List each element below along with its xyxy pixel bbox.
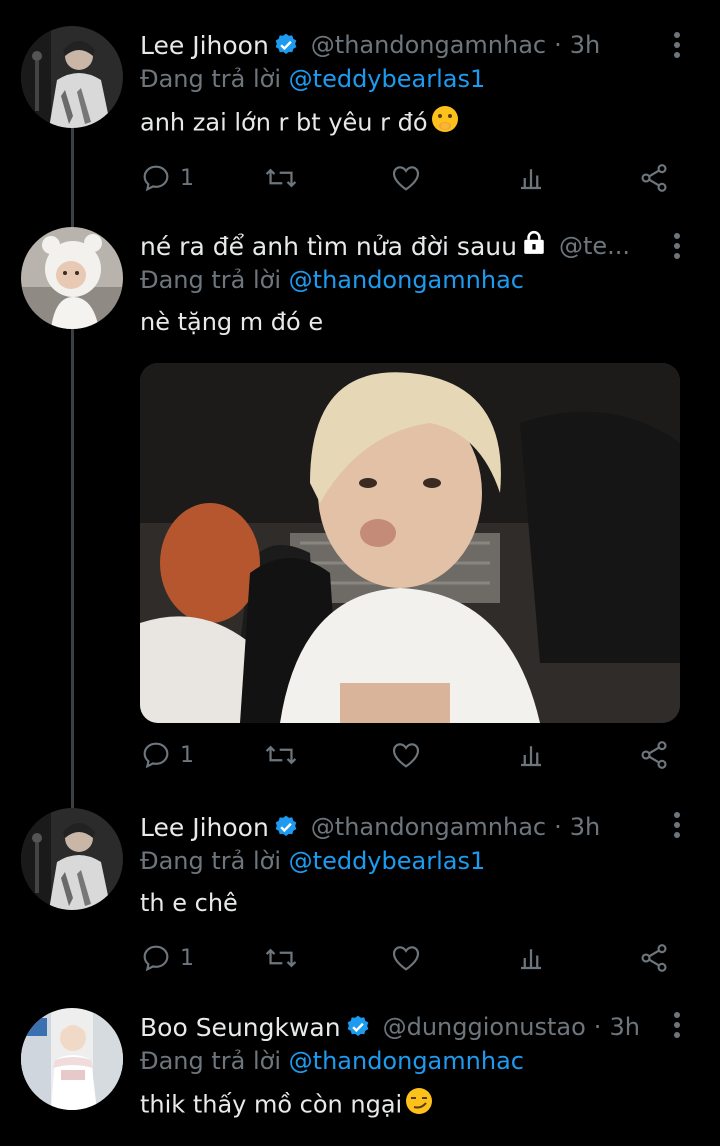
analytics-button[interactable] bbox=[516, 158, 546, 198]
analytics-icon bbox=[521, 746, 541, 767]
share-icon bbox=[641, 741, 667, 769]
timestamp[interactable]: 3h bbox=[570, 31, 600, 59]
share-button[interactable] bbox=[638, 158, 670, 198]
tweet-actions: 1 bbox=[140, 158, 680, 198]
tweet-text: thik thấy mồ còn ngại bbox=[140, 1086, 700, 1125]
handle[interactable]: @dunggionustao bbox=[383, 1013, 586, 1041]
like-icon bbox=[392, 743, 420, 768]
tweet-text-content: anh zai lớn r bt yêu r đó bbox=[140, 108, 428, 137]
tweet-body: Boo Seungkwan @dunggionustao · 3h Đang t… bbox=[140, 1010, 700, 1125]
display-name[interactable]: Boo Seungkwan bbox=[140, 1013, 341, 1042]
retweet-button[interactable] bbox=[264, 158, 298, 198]
separator-dot: · bbox=[554, 813, 562, 841]
tweet-text-content: thik thấy mồ còn ngại bbox=[140, 1090, 403, 1119]
timestamp[interactable]: 3h bbox=[609, 1013, 639, 1041]
tweet-3[interactable]: Lee Jihoon @thandongamnhac · 3h Đang trả… bbox=[0, 800, 720, 1000]
replying-to: Đang trả lời @thandongamnhac bbox=[140, 263, 700, 297]
reply-icon bbox=[143, 742, 169, 769]
tweet-text-content: th e chê bbox=[140, 889, 238, 917]
tweet-actions: 1 bbox=[140, 735, 680, 775]
tweet-body: Lee Jihoon @thandongamnhac · 3h Đang trả… bbox=[140, 810, 700, 920]
retweet-icon bbox=[265, 168, 297, 188]
display-name[interactable]: né ra để anh tìm nửa đời sauu bbox=[140, 232, 517, 261]
replying-to-label: Đang trả lời bbox=[140, 1047, 282, 1075]
reply-count: 1 bbox=[180, 165, 194, 191]
retweet-button[interactable] bbox=[264, 735, 298, 775]
like-button[interactable] bbox=[390, 158, 422, 198]
share-button[interactable] bbox=[638, 735, 670, 775]
timestamp[interactable]: 3h bbox=[570, 813, 600, 841]
analytics-icon bbox=[521, 949, 541, 970]
more-options-icon[interactable] bbox=[670, 812, 684, 840]
like-icon bbox=[392, 946, 420, 971]
share-icon bbox=[641, 944, 667, 972]
tweet-body: né ra để anh tìm nửa đời sauu @te... Đan… bbox=[140, 229, 700, 339]
shushing-face-emoji bbox=[430, 104, 460, 143]
replying-to: Đang trả lời @teddybearlas1 bbox=[140, 844, 700, 878]
reply-count: 1 bbox=[180, 945, 194, 971]
reply-mention[interactable]: @teddybearlas1 bbox=[289, 847, 486, 875]
tweet-header: Boo Seungkwan @dunggionustao · 3h bbox=[140, 1010, 700, 1044]
like-button[interactable] bbox=[390, 735, 422, 775]
tweet-text: anh zai lớn r bt yêu r đó bbox=[140, 104, 700, 143]
lock-icon bbox=[521, 230, 547, 262]
smirking-face-emoji bbox=[404, 1086, 434, 1125]
like-button[interactable] bbox=[390, 938, 422, 978]
tweet-actions: 1 bbox=[140, 938, 680, 978]
reply-icon bbox=[143, 945, 169, 972]
verified-icon bbox=[273, 814, 299, 840]
reply-mention[interactable]: @teddybearlas1 bbox=[289, 65, 486, 93]
share-icon bbox=[641, 164, 667, 192]
verified-icon bbox=[345, 1014, 371, 1040]
retweet-button[interactable] bbox=[264, 938, 298, 978]
reply-count: 1 bbox=[180, 742, 194, 768]
reply-mention[interactable]: @thandongamnhac bbox=[289, 266, 524, 294]
tweet-4[interactable]: Boo Seungkwan @dunggionustao · 3h Đang t… bbox=[0, 1000, 720, 1146]
replying-to: Đang trả lời @thandongamnhac bbox=[140, 1044, 700, 1078]
analytics-button[interactable] bbox=[516, 938, 546, 978]
reply-button[interactable]: 1 bbox=[140, 735, 194, 775]
more-options-icon[interactable] bbox=[670, 233, 684, 261]
display-name[interactable]: Lee Jihoon bbox=[140, 31, 269, 60]
more-options-icon[interactable] bbox=[670, 32, 684, 60]
tweet-media-photo[interactable] bbox=[140, 363, 680, 723]
display-name[interactable]: Lee Jihoon bbox=[140, 813, 269, 842]
reply-thread-feed: Lee Jihoon @thandongamnhac · 3h Đang trả… bbox=[0, 0, 720, 1146]
analytics-button[interactable] bbox=[516, 735, 546, 775]
reply-button[interactable]: 1 bbox=[140, 158, 194, 198]
tweet-text: nè tặng m đó e bbox=[140, 305, 700, 339]
retweet-icon bbox=[265, 745, 297, 765]
handle[interactable]: @thandongamnhac bbox=[311, 813, 546, 841]
tweet-header: Lee Jihoon @thandongamnhac · 3h bbox=[140, 810, 700, 844]
avatar-lee-jihoon[interactable] bbox=[21, 26, 123, 128]
separator-dot: · bbox=[593, 1013, 602, 1041]
tweet-2[interactable]: né ra để anh tìm nửa đời sauu @te... Đan… bbox=[0, 215, 720, 800]
replying-to-label: Đang trả lời bbox=[140, 847, 282, 875]
reply-icon bbox=[143, 165, 169, 192]
verified-icon bbox=[273, 32, 299, 58]
avatar-ne-ra[interactable] bbox=[21, 227, 123, 329]
like-icon bbox=[392, 166, 420, 191]
replying-to: Đang trả lời @teddybearlas1 bbox=[140, 62, 700, 96]
handle[interactable]: @thandongamnhac bbox=[311, 31, 546, 59]
share-button[interactable] bbox=[638, 938, 670, 978]
replying-to-label: Đang trả lời bbox=[140, 65, 282, 93]
tweet-header: Lee Jihoon @thandongamnhac · 3h bbox=[140, 28, 700, 62]
replying-to-label: Đang trả lời bbox=[140, 266, 282, 294]
avatar-boo-seungkwan[interactable] bbox=[21, 1008, 123, 1110]
separator-dot: · bbox=[554, 31, 562, 59]
handle[interactable]: @te... bbox=[559, 232, 630, 260]
tweet-text-content: nè tặng m đó e bbox=[140, 308, 324, 336]
tweet-1[interactable]: Lee Jihoon @thandongamnhac · 3h Đang trả… bbox=[0, 0, 720, 215]
tweet-text: th e chê bbox=[140, 886, 700, 920]
tweet-header: né ra để anh tìm nửa đời sauu @te... bbox=[140, 229, 700, 263]
analytics-icon bbox=[521, 169, 541, 190]
retweet-icon bbox=[265, 948, 297, 968]
reply-mention[interactable]: @thandongamnhac bbox=[289, 1047, 524, 1075]
avatar-lee-jihoon[interactable] bbox=[21, 808, 123, 910]
reply-button[interactable]: 1 bbox=[140, 938, 194, 978]
more-options-icon[interactable] bbox=[670, 1012, 684, 1040]
tweet-body: Lee Jihoon @thandongamnhac · 3h Đang trả… bbox=[140, 28, 700, 143]
